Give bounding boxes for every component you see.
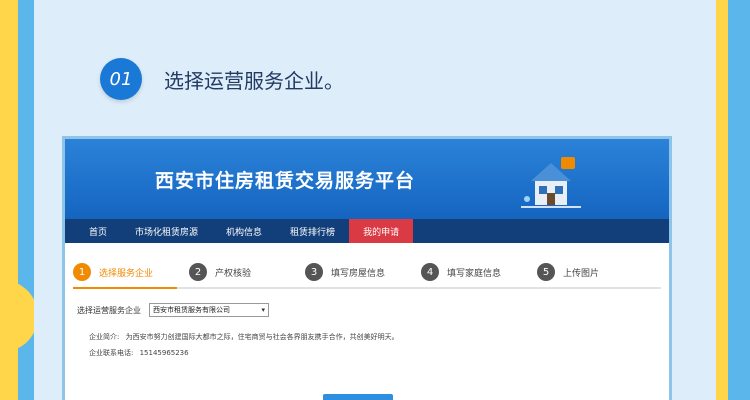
right-blue-stripe [728, 0, 750, 400]
step-house-info[interactable]: 3 填写房屋信息 [305, 263, 421, 281]
company-intro-row: 企业简介: 为西安市努力创建国际大都市之际，住宅商贸与社会各界朋友携手合作，共创… [89, 329, 669, 345]
step-upload-images[interactable]: 5 上传图片 [537, 263, 653, 281]
company-phone-row: 企业联系电话: 15145965236 [89, 345, 669, 361]
step-circle: 1 [73, 263, 91, 281]
company-select-label: 选择运营服务企业 [77, 305, 141, 315]
site-nav: 首页 市场化租赁房源 机构信息 租赁排行榜 我的申请 [65, 219, 669, 243]
step-label: 选择服务企业 [99, 268, 154, 279]
step-select-company[interactable]: 1 选择服务企业 [73, 263, 189, 281]
content-panel: 01 选择运营服务企业。 西安市住房租赁交易服务平台 首页 市场化租赁房源 机构… [34, 0, 716, 400]
progress-steps: 1 选择服务企业 2 产权核验 3 填写房屋信息 4 填写家庭信息 5 上传图片 [73, 257, 661, 289]
decorative-circle [0, 280, 38, 352]
step-label: 填写房屋信息 [331, 268, 386, 279]
company-intro-text: 为西安市努力创建国际大都市之际，住宅商贸与社会各界朋友携手合作，共创美好明天。 [125, 333, 399, 341]
step-instruction: 选择运营服务企业。 [164, 68, 344, 93]
nav-my-application[interactable]: 我的申请 [349, 219, 414, 243]
step-circle: 2 [189, 263, 207, 281]
nav-rankings[interactable]: 租赁排行榜 [276, 219, 349, 243]
company-intro-label: 企业简介: [89, 333, 120, 341]
decorative-dot [2, 164, 12, 174]
step-circle: 3 [305, 263, 323, 281]
house-icon [521, 157, 581, 208]
step-label: 产权核验 [215, 268, 252, 279]
company-phone: 15145965236 [139, 349, 189, 357]
step-circle: 5 [537, 263, 555, 281]
right-yellow-stripe [716, 0, 728, 400]
step-circle: 4 [421, 263, 439, 281]
company-info: 企业简介: 为西安市努力创建国际大都市之际，住宅商贸与社会各界朋友携手合作，共创… [89, 329, 669, 361]
nav-market-listings[interactable]: 市场化租赁房源 [121, 219, 212, 243]
screenshot-frame: 西安市住房租赁交易服务平台 首页 市场化租赁房源 机构信息 租赁排行榜 我的申请 [62, 136, 672, 400]
company-select[interactable]: 西安市租赁服务有限公司 ▾ [149, 303, 269, 317]
site-banner: 西安市住房租赁交易服务平台 [65, 139, 669, 219]
step-header: 01 选择运营服务企业。 [100, 58, 344, 100]
step-label: 上传图片 [563, 268, 600, 279]
company-select-row: 选择运营服务企业 西安市租赁服务有限公司 ▾ [77, 303, 669, 317]
company-select-value: 西安市租赁服务有限公司 [153, 306, 230, 314]
site-title: 西安市住房租赁交易服务平台 [155, 169, 416, 192]
nav-home[interactable]: 首页 [75, 219, 121, 243]
company-phone-label: 企业联系电话: [89, 349, 134, 357]
next-button[interactable] [323, 394, 393, 400]
active-step-underline [73, 287, 177, 289]
step-ownership-verify[interactable]: 2 产权核验 [189, 263, 305, 281]
step-number-badge: 01 [100, 58, 142, 100]
nav-agency-info[interactable]: 机构信息 [212, 219, 276, 243]
step-family-info[interactable]: 4 填写家庭信息 [421, 263, 537, 281]
step-label: 填写家庭信息 [447, 268, 502, 279]
chevron-down-icon: ▾ [261, 306, 265, 314]
